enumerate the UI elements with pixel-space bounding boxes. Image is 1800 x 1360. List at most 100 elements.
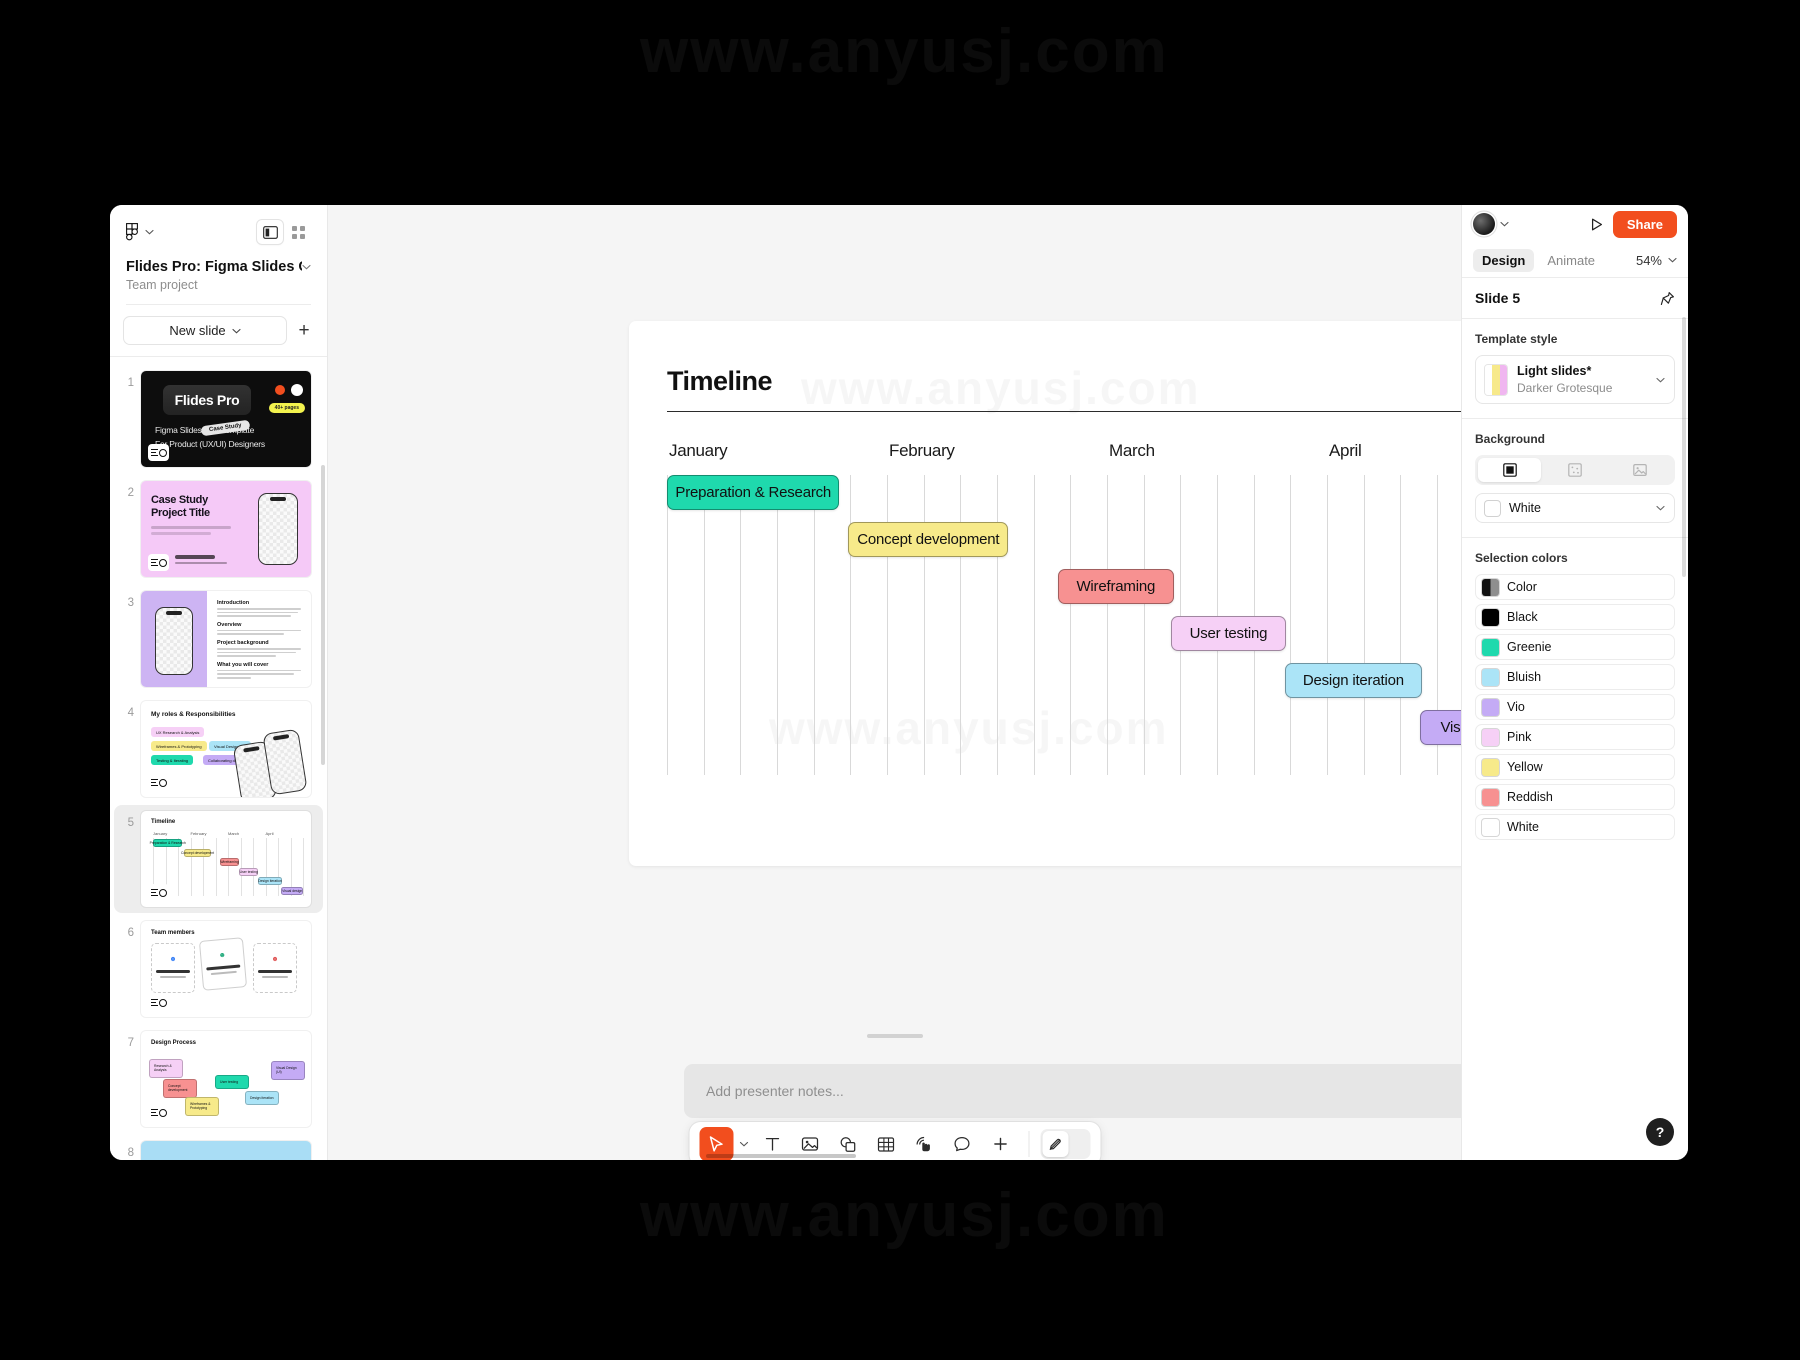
present-button[interactable] [1589, 217, 1604, 232]
thumb-heading: Project background [217, 639, 269, 646]
panel-layout-toggle[interactable] [257, 220, 283, 244]
list-item-selected[interactable]: 5 Timeline January February March April Prep… [114, 805, 323, 913]
process-node: Visual Design (UI) [271, 1061, 305, 1080]
left-sidebar: Flides Pro: Figma Slides Cas... Team pro… [110, 205, 328, 1160]
sidebar-scrollbar[interactable] [321, 465, 325, 765]
pattern-background-tab[interactable] [1543, 458, 1606, 482]
thumb-heading: What you will cover [217, 661, 269, 668]
selection-colors-heading: Selection colors [1475, 551, 1568, 566]
new-slide-button[interactable]: New slide [123, 316, 287, 345]
background-color-select[interactable]: White [1475, 493, 1675, 524]
tab-design[interactable]: Design [1473, 248, 1535, 272]
list-item[interactable]: 1 Flides Pro 40+ pages Figma Slides Temp… [114, 365, 323, 473]
selection-color-row[interactable]: Pink [1475, 724, 1675, 751]
pin-icon[interactable] [1660, 291, 1675, 306]
slide-thumbnail[interactable]: Timeline January February March April Prepar… [141, 811, 311, 907]
thumb-gridline [203, 838, 204, 896]
comment-tool-button[interactable] [945, 1127, 979, 1160]
help-button[interactable]: ? [1646, 1118, 1674, 1146]
notes-resize-handle[interactable] [866, 1034, 923, 1038]
right-panel: Share Design Animate 54% Slide 5 Templat… [1461, 205, 1688, 1160]
thumb-heading: Timeline [151, 819, 176, 825]
slide-thumbnail[interactable]: Introduction Overview Project background… [141, 591, 311, 687]
chevron-down-icon [302, 264, 311, 270]
canvas-horizontal-scrollbar[interactable] [706, 1154, 856, 1158]
add-slide-button[interactable]: + [294, 321, 314, 341]
selection-color-label: Black [1507, 610, 1538, 625]
cursor-tool-caret[interactable] [737, 1141, 751, 1147]
color-swatch [1482, 638, 1499, 656]
slide-thumbnail[interactable] [141, 1141, 311, 1160]
right-panel-scrollbar[interactable] [1682, 317, 1686, 577]
list-item[interactable]: 6 Team members ☻ ☻ ☻ [114, 915, 323, 1023]
file-title-row[interactable]: Flides Pro: Figma Slides Cas... [126, 259, 311, 275]
list-item[interactable]: 4 My roles & Responsibilities UX Researc… [114, 695, 323, 803]
grid-view-icon [291, 225, 305, 239]
thumb-month-label: March [228, 831, 240, 836]
thumb-gridline [303, 838, 304, 896]
template-style-font: Darker Grotesque [1517, 380, 1613, 395]
user-avatar-button[interactable] [1473, 213, 1509, 235]
zoom-control[interactable]: 54% [1636, 253, 1677, 268]
pen-tool-toggle[interactable] [1040, 1129, 1090, 1159]
notes-placeholder: Add presenter notes... [706, 1083, 844, 1099]
canvas-viewport[interactable]: www.anyusj.com www.anyusj.com Timeline J… [328, 205, 1688, 1160]
gantt-bar[interactable]: User testing [1171, 616, 1286, 651]
gantt-bar[interactable]: Preparation & Research [667, 475, 840, 510]
thumb-gridline [228, 838, 229, 896]
list-item[interactable]: 7 Design Process Research & Analysis Con… [114, 1025, 323, 1133]
slide-list[interactable]: 1 Flides Pro 40+ pages Figma Slides Temp… [110, 357, 327, 1160]
add-tool-button[interactable] [983, 1127, 1017, 1160]
selection-color-row[interactable]: Black [1475, 604, 1675, 631]
gridline [1363, 475, 1365, 775]
thumb-line [151, 526, 231, 529]
grid-view-toggle[interactable] [285, 220, 311, 244]
process-node: Concept development [163, 1079, 197, 1098]
selection-color-row[interactable]: Greenie [1475, 634, 1675, 661]
interaction-tool-button[interactable] [907, 1127, 941, 1160]
slide-thumbnail[interactable]: My roles & Responsibilities UX Research … [141, 701, 311, 797]
figma-menu-button[interactable] [126, 222, 154, 242]
share-button[interactable]: Share [1612, 210, 1677, 238]
gridline [850, 475, 852, 775]
slide-label: Slide 5 [1475, 290, 1521, 306]
slide-canvas[interactable]: www.anyusj.com www.anyusj.com Timeline J… [629, 321, 1587, 866]
slide-thumbnail[interactable]: Team members ☻ ☻ ☻ [141, 921, 311, 1017]
chevron-down-icon [1656, 505, 1665, 511]
list-item[interactable]: 3 Introduction Overview Project backgrou… [114, 585, 323, 693]
selection-color-row[interactable]: White [1475, 814, 1675, 841]
gantt-bar[interactable]: Concept development [848, 522, 1009, 557]
image-background-tab[interactable] [1609, 458, 1672, 482]
background-heading: Background [1475, 432, 1546, 447]
list-item[interactable]: 2 Case Study Project Title [114, 475, 323, 583]
list-item[interactable]: 8 [114, 1135, 323, 1160]
thumb-text-col: Introduction Overview Project background… [217, 600, 301, 684]
gantt-bar[interactable]: Design iteration [1284, 663, 1423, 698]
selection-color-row[interactable]: Reddish [1475, 784, 1675, 811]
color-swatch [1482, 578, 1499, 596]
selection-color-row[interactable]: Vio [1475, 694, 1675, 721]
solid-color-background-tab[interactable] [1478, 458, 1542, 483]
new-slide-label: New slide [169, 323, 226, 338]
selection-color-row[interactable]: Yellow [1475, 754, 1675, 781]
watermark: www.anyusj.com [769, 701, 1169, 755]
pen-highlighter-icon [1042, 1131, 1068, 1157]
table-tool-button[interactable] [869, 1127, 903, 1160]
gridline [1070, 475, 1072, 775]
slide-thumbnail[interactable]: Case Study Project Title [141, 481, 311, 577]
selection-color-row[interactable]: Bluish [1475, 664, 1675, 691]
tab-animate[interactable]: Animate [1538, 249, 1604, 272]
slide-number: 3 [127, 597, 134, 609]
slide-thumbnail[interactable]: Design Process Research & Analysis Conce… [141, 1031, 311, 1127]
template-style-name: Light slides* [1517, 364, 1592, 378]
selection-color-row[interactable]: Color [1475, 574, 1675, 601]
thumb-line2: For Product (UX/UI) Designers [155, 439, 265, 449]
image-icon [801, 1136, 819, 1152]
thumb-line [151, 532, 211, 535]
slide-thumbnail[interactable]: Flides Pro 40+ pages Figma Slides Templa… [141, 371, 311, 467]
template-style-selector[interactable]: Light slides* Darker Grotesque [1475, 355, 1675, 405]
process-node: Research & Analysis [149, 1059, 183, 1078]
gantt-bar[interactable]: Wireframing [1057, 569, 1174, 604]
thumb-gridline [190, 838, 192, 896]
gridline [1327, 475, 1328, 775]
